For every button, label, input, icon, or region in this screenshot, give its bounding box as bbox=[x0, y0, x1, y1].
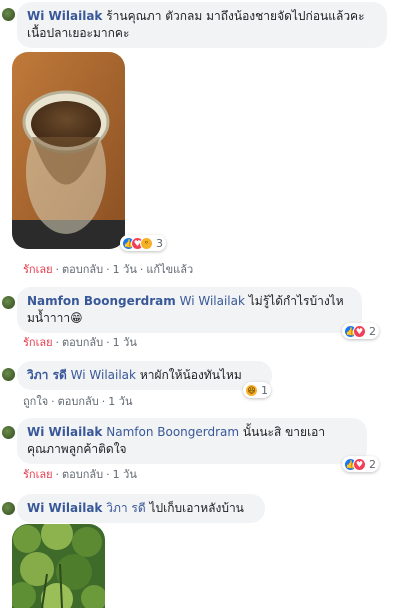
reaction-count: 2 bbox=[369, 457, 376, 471]
avatar[interactable] bbox=[2, 8, 15, 21]
comment-author[interactable]: Wi Wilailak bbox=[27, 9, 102, 23]
comment-actions: รักเลย · ตอบกลับ · 1 วัน bbox=[23, 336, 137, 349]
like-button[interactable]: รักเลย bbox=[23, 336, 53, 349]
comment-bubble: Namfon Boongerdram Wi Wilailak ไม่รู้ได้… bbox=[17, 287, 362, 333]
reaction-summary[interactable]: 👍 ♥ 2 bbox=[342, 456, 379, 472]
avatar[interactable] bbox=[2, 426, 15, 439]
timestamp[interactable]: 1 วัน bbox=[113, 468, 137, 481]
reaction-count: 2 bbox=[369, 324, 376, 338]
comment-text: หาผักให้น้องทันไหม bbox=[139, 368, 242, 382]
love-icon: ♥ bbox=[353, 457, 366, 471]
reaction-summary[interactable]: 😆 1 bbox=[243, 382, 271, 398]
like-button[interactable]: รักเลย bbox=[23, 263, 53, 276]
comment-mention[interactable]: Namfon Boongerdram bbox=[106, 425, 239, 439]
reply-button[interactable]: ตอบกลับ bbox=[58, 395, 99, 408]
timestamp[interactable]: 1 วัน bbox=[113, 336, 137, 349]
comment-actions: ถูกใจ · ตอบกลับ · 1 วัน bbox=[23, 395, 133, 408]
like-button[interactable]: ถูกใจ bbox=[23, 395, 48, 408]
comment-author[interactable]: Namfon Boongerdram bbox=[27, 294, 176, 308]
comment-bubble: Wi Wilailak Namfon Boongerdram นั้นนะสิ … bbox=[17, 418, 367, 464]
comment-bubble: Wi Wilailak ร้านคุณภา ตัวกลม มาถึงน้องชา… bbox=[17, 2, 387, 48]
haha-icon: 😆 bbox=[245, 383, 258, 397]
edited-label[interactable]: แก้ไขแล้ว bbox=[146, 263, 193, 276]
avatar[interactable] bbox=[2, 296, 15, 309]
reaction-summary[interactable]: 👍 ♥ 2 bbox=[342, 323, 379, 339]
comment-actions: รักเลย · ตอบกลับ · 1 วัน · แก้ไขแล้ว bbox=[23, 263, 194, 276]
comment-bubble: Wi Wilailak วิภา รดี ไปเก็บเอาหลังบ้าน bbox=[17, 494, 265, 523]
love-icon: ♥ bbox=[353, 324, 366, 338]
avatar[interactable] bbox=[2, 368, 15, 381]
comment-author[interactable]: วิภา รดี bbox=[27, 368, 67, 382]
timestamp[interactable]: 1 วัน bbox=[113, 263, 137, 276]
reply-button[interactable]: ตอบกลับ bbox=[62, 263, 103, 276]
like-button[interactable]: รักเลย bbox=[23, 468, 53, 481]
comment-actions: รักเลย · ตอบกลับ · 1 วัน bbox=[23, 468, 137, 481]
vegetable-image bbox=[12, 524, 105, 608]
comment-mention[interactable]: วิภา รดี bbox=[106, 501, 145, 515]
reaction-count: 3 bbox=[156, 236, 163, 250]
fish-jar-image bbox=[12, 52, 125, 249]
reaction-count: 1 bbox=[261, 383, 268, 397]
reaction-summary[interactable]: 👍 ♥ ᵒ 3 bbox=[120, 235, 166, 251]
comment-text: ไปเก็บเอาหลังบ้าน bbox=[149, 501, 244, 515]
timestamp[interactable]: 1 วัน bbox=[108, 395, 132, 408]
attached-photo-fish-jar[interactable] bbox=[12, 52, 125, 249]
reply-button[interactable]: ตอบกลับ bbox=[62, 336, 103, 349]
avatar[interactable] bbox=[2, 502, 15, 515]
comment-author[interactable]: Wi Wilailak bbox=[27, 501, 102, 515]
comment-author[interactable]: Wi Wilailak bbox=[27, 425, 102, 439]
comment-bubble: วิภา รดี Wi Wilailak หาผักให้น้องทันไหม bbox=[17, 361, 272, 390]
comment-mention[interactable]: Wi Wilailak bbox=[71, 368, 136, 382]
reply-button[interactable]: ตอบกลับ bbox=[62, 468, 103, 481]
comment-mention[interactable]: Wi Wilailak bbox=[180, 294, 245, 308]
wow-icon: ᵒ bbox=[140, 236, 153, 250]
attached-photo-vegetables[interactable] bbox=[12, 524, 105, 608]
